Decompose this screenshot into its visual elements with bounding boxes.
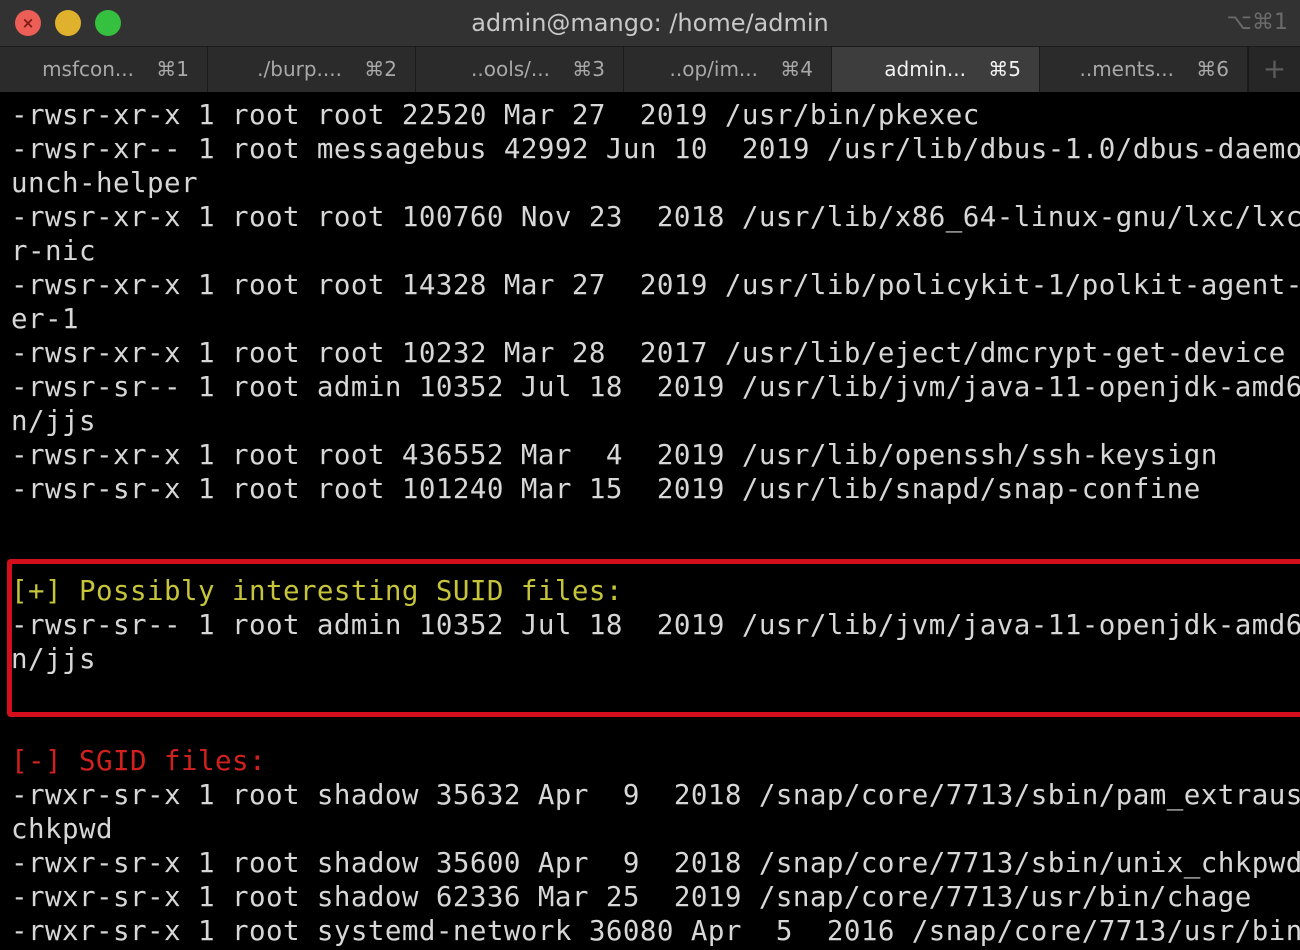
terminal-line: -rwsr-xr-x 1 root root 14328 Mar 27 2019… bbox=[11, 269, 1300, 301]
tab-title: ..ools/... bbox=[471, 57, 550, 81]
terminal-line: unch-helper bbox=[11, 167, 198, 199]
terminal-line: n/jjs bbox=[11, 643, 96, 675]
terminal-line: chkpwd bbox=[11, 813, 113, 845]
terminal-line: -rwxr-sr-x 1 root shadow 35600 Apr 9 201… bbox=[11, 847, 1300, 879]
tab-title: ..ments... bbox=[1079, 57, 1174, 81]
terminal-line: -rwsr-xr-x 1 root root 10232 Mar 28 2017… bbox=[11, 337, 1286, 369]
tab-shortcut: ⌘5 bbox=[988, 57, 1021, 81]
terminal-line: -rwsr-xr-x 1 root root 436552 Mar 4 2019… bbox=[11, 439, 1218, 471]
tab-shortcut: ⌘6 bbox=[1196, 57, 1229, 81]
terminal-line: -rwxr-sr-x 1 root systemd-network 36080 … bbox=[11, 915, 1300, 947]
tab-shortcut: ⌘3 bbox=[572, 57, 605, 81]
terminal-line: -rwsr-xr-x 1 root root 22520 Mar 27 2019… bbox=[11, 99, 980, 131]
tab-title: admin... bbox=[884, 57, 966, 81]
terminal-line: -rwsr-sr-- 1 root admin 10352 Jul 18 201… bbox=[11, 609, 1300, 641]
terminal-line: -rwsr-sr-- 1 root admin 10352 Jul 18 201… bbox=[11, 371, 1300, 403]
tab-2[interactable]: ./burp.... ⌘2 bbox=[208, 47, 416, 92]
terminal-line: er-1 bbox=[11, 303, 79, 335]
tab-title: ./burp.... bbox=[257, 57, 342, 81]
tab-4[interactable]: ..op/im... ⌘4 bbox=[624, 47, 832, 92]
terminal-line: r-nic bbox=[11, 235, 96, 267]
window-title: admin@mango: /home/admin bbox=[471, 9, 829, 37]
tab-shortcut: ⌘4 bbox=[780, 57, 813, 81]
sgid-section-heading: [-] SGID files: bbox=[11, 745, 266, 777]
terminal-window: × admin@mango: /home/admin ⌥⌘1 msfcon...… bbox=[0, 0, 1300, 950]
terminal-output[interactable]: -rwsr-xr-x 1 root root 22520 Mar 27 2019… bbox=[0, 97, 1300, 950]
window-shortcut: ⌥⌘1 bbox=[1226, 10, 1288, 35]
terminal-line: -rwsr-sr-x 1 root root 101240 Mar 15 201… bbox=[11, 473, 1201, 505]
suid-section-heading: [+] Possibly interesting SUID files: bbox=[11, 575, 623, 607]
terminal-line: -rwsr-xr-- 1 root messagebus 42992 Jun 1… bbox=[11, 133, 1300, 165]
plus-icon: + bbox=[1262, 52, 1287, 85]
terminal-line: n/jjs bbox=[11, 405, 96, 437]
tab-bar: msfcon... ⌘1 ./burp.... ⌘2 ..ools/... ⌘3… bbox=[0, 46, 1300, 92]
tab-title: msfcon... bbox=[42, 57, 134, 81]
new-tab-button[interactable]: + bbox=[1248, 47, 1300, 92]
tab-1[interactable]: msfcon... ⌘1 bbox=[0, 47, 208, 92]
tab-6[interactable]: ..ments... ⌘6 bbox=[1040, 47, 1248, 92]
tab-title: ..op/im... bbox=[669, 57, 759, 81]
tab-shortcut: ⌘2 bbox=[364, 57, 397, 81]
tab-5-active[interactable]: admin... ⌘5 bbox=[832, 47, 1040, 92]
terminal-line: -rwxr-sr-x 1 root shadow 62336 Mar 25 20… bbox=[11, 881, 1252, 913]
tab-shortcut: ⌘1 bbox=[156, 57, 189, 81]
title-bar: × admin@mango: /home/admin ⌥⌘1 bbox=[0, 0, 1300, 46]
terminal-line: -rwxr-sr-x 1 root shadow 35632 Apr 9 201… bbox=[11, 779, 1300, 811]
terminal-line: -rwsr-xr-x 1 root root 100760 Nov 23 201… bbox=[11, 201, 1300, 233]
tab-3[interactable]: ..ools/... ⌘3 bbox=[416, 47, 624, 92]
